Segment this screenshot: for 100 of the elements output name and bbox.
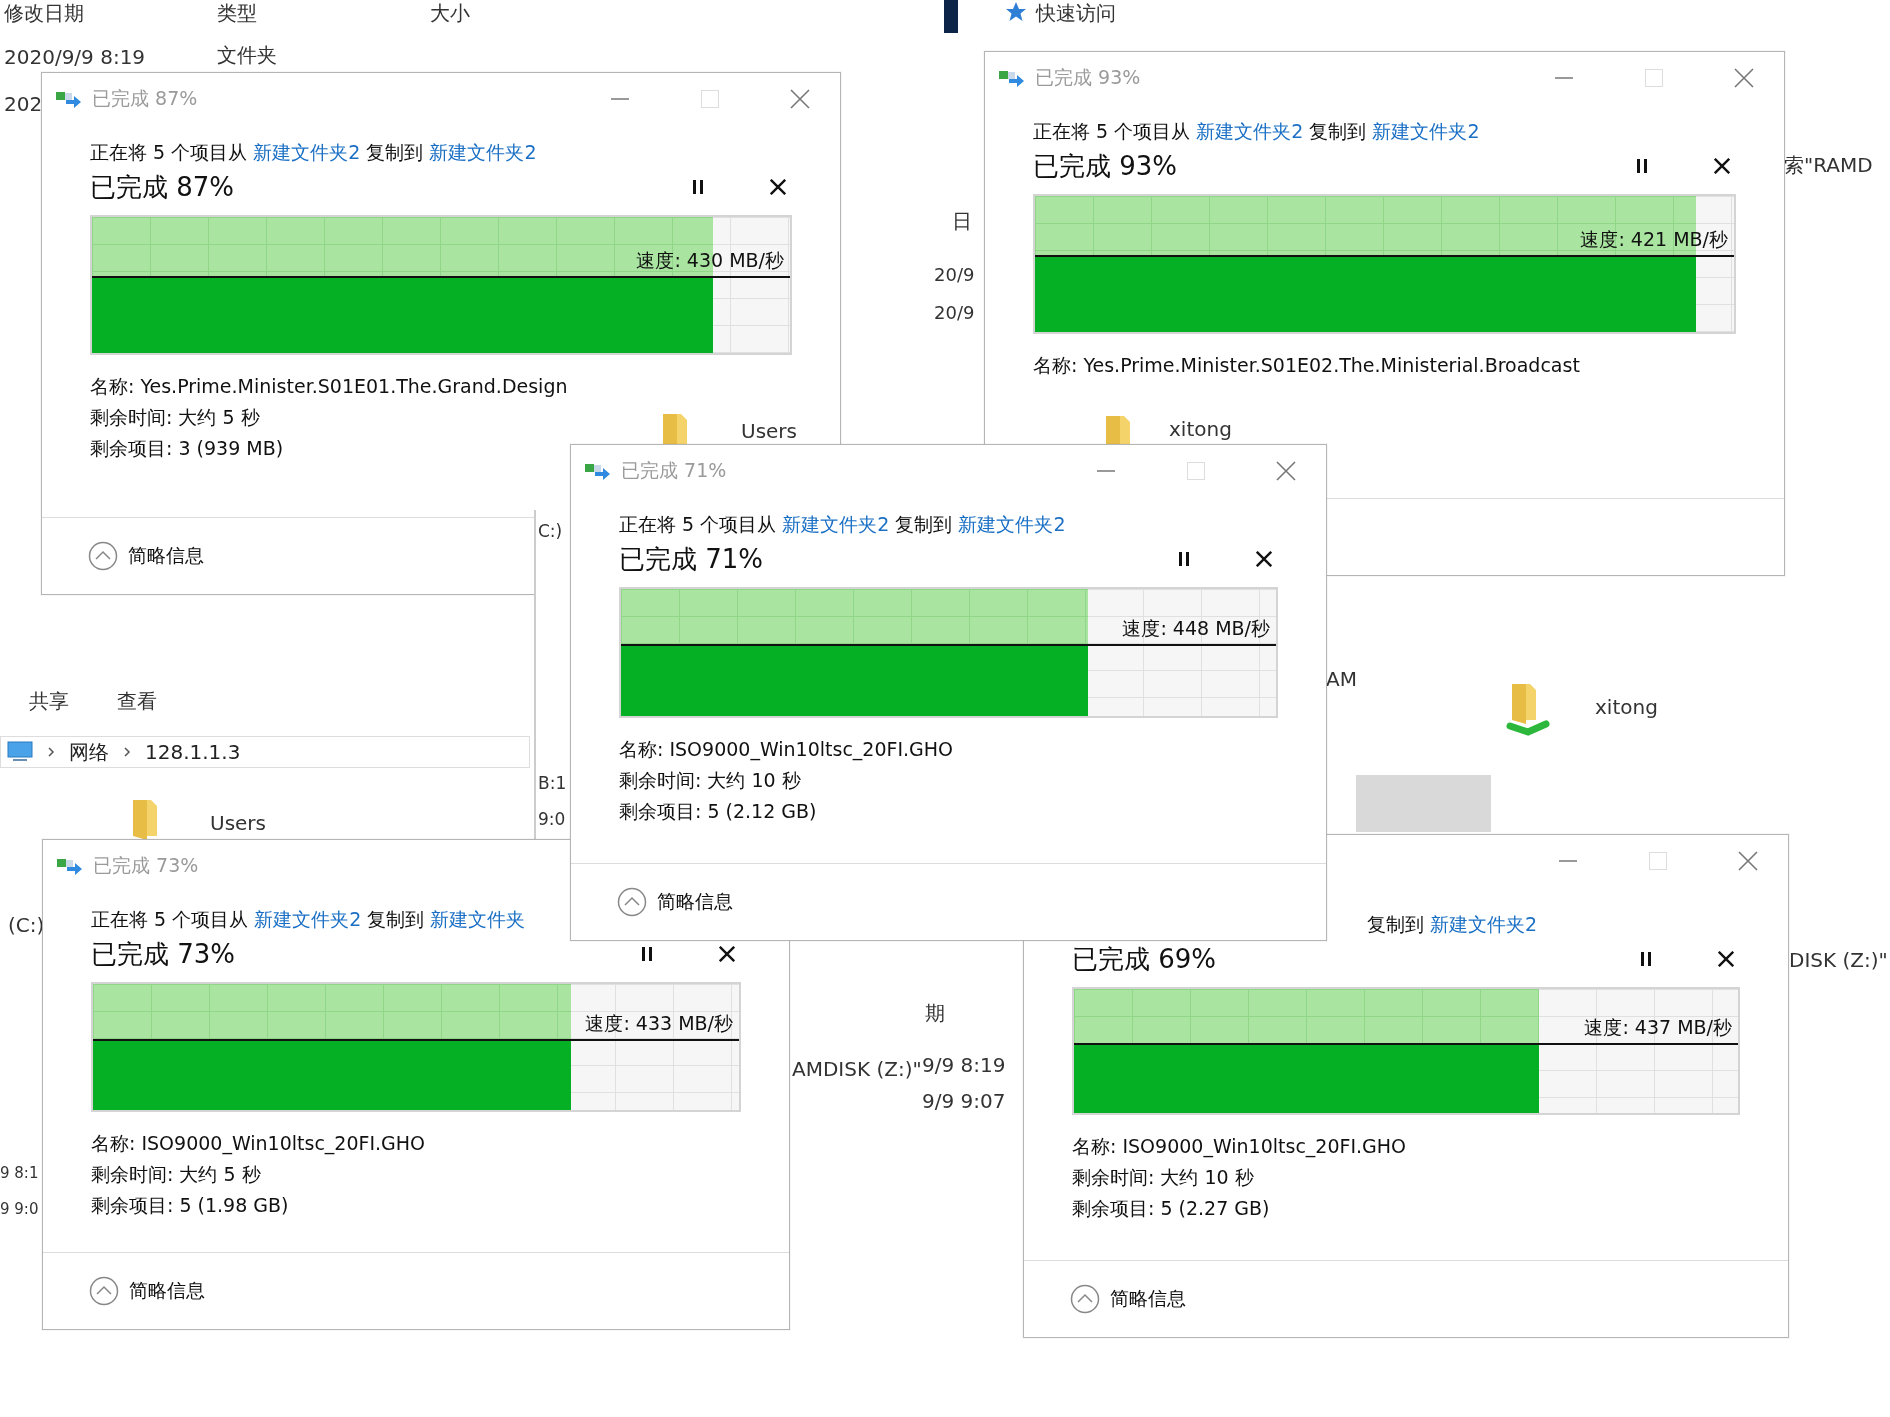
details-toggle[interactable]: 简略信息 [88,541,204,571]
nav-item[interactable]: 快速访问 [1036,0,1116,26]
chevron-up-icon [89,1276,119,1306]
explorer-text: 期 [925,1000,945,1026]
explorer-text: 修改日期 [4,0,84,26]
progress-heading: 已完成 73% [91,937,236,971]
detail-line: 剩余项目: 5 (2.27 GB) [1072,1196,1270,1221]
details-toggle[interactable]: 简略信息 [89,1276,205,1306]
explorer-text: AMDISK (Z:)" [792,1056,922,1082]
detail-line: 剩余项目: 5 (2.12 GB) [619,799,817,824]
detail-line: 名称: ISO9000_Win10ltsc_20FI.GHO [619,737,954,763]
chevron-right-icon [123,746,131,758]
explorer-text: B:1 [538,772,567,795]
progress-heading: 已完成 87% [90,170,235,204]
details-toggle[interactable]: 简略信息 [617,887,733,917]
detail-line: 剩余项目: 3 (939 MB) [90,436,284,461]
pause-icon [1178,552,1190,566]
explorer-text: 2020/9/9 8:19 [4,44,146,70]
explorer-text: 9 8:1 [0,1163,39,1184]
explorer-text: AM [1326,666,1357,692]
minimize-icon [1555,77,1573,79]
chevron-up-icon [88,541,118,571]
folder-name[interactable]: xitong [1595,694,1658,720]
pause-icon [1640,952,1652,966]
progress-heading: 已完成 69% [1072,942,1217,976]
explorer-text: 类型 [217,0,257,26]
maximize-icon [701,90,719,108]
ribbon-tab[interactable]: 查看 [117,688,157,714]
pause-icon [692,180,704,194]
maximize-icon [1645,69,1663,87]
explorer-text: (C:) [8,912,45,938]
close-icon [1734,68,1754,88]
folder-name[interactable]: Users [210,810,266,836]
explorer-text: 9 9:0 [0,1199,39,1220]
chevron-up-icon [1070,1284,1100,1314]
speed-label: 速度: 430 MB/秒 [636,248,784,274]
maximize-icon [1649,852,1667,870]
close-icon [790,89,810,109]
detail-line: 剩余时间: 大约 10 秒 [1072,1165,1254,1190]
minimize-icon [611,98,629,100]
copy-icon [585,461,611,481]
explorer-text: 索"RAMD [1784,152,1873,178]
close-icon [719,946,735,962]
speed-label: 速度: 437 MB/秒 [1584,1014,1732,1040]
computer-icon [7,741,33,763]
chevron-right-icon [47,746,55,758]
progress-heading: 已完成 71% [619,542,764,576]
pause-icon [641,947,653,961]
folder-name[interactable]: Users [741,418,797,444]
explorer-text: 日 [952,208,972,234]
explorer-text: DISK (Z:)" [1789,947,1888,973]
breadcrumb-item[interactable]: 网络 [69,738,109,766]
copy-description: 复制到 新建文件夹2 [1366,912,1538,937]
explorer-text: 202 [4,91,43,117]
explorer-text: 大小 [430,0,470,26]
breadcrumb-item[interactable]: 128.1.1.3 [145,740,241,764]
address-bar[interactable]: 网络 128.1.1.3 [0,736,530,768]
close-icon [1714,158,1730,174]
folder-name[interactable]: xitong [1169,416,1232,442]
detail-line: 剩余项目: 5 (1.98 GB) [91,1193,289,1218]
copy-icon [999,68,1025,88]
copy-description: 正在将 5 个项目从 新建文件夹2 复制到 新建文件夹2 [619,512,1066,537]
copy-description: 正在将 5 个项目从 新建文件夹2 复制到 新建文件夹 [91,907,526,932]
window-title: 已完成 71% [621,458,727,483]
copy-icon [57,856,83,876]
detail-line: 名称: ISO9000_Win10ltsc_20FI.GHO [1072,1134,1407,1160]
explorer-text: 20/9 [934,263,975,287]
pause-icon [1636,159,1648,173]
speed-label: 速度: 433 MB/秒 [585,1010,733,1036]
detail-line: 名称: Yes.Prime.Minister.S01E02.The.Ministerial.Broadcast [1033,353,1580,378]
speed-label: 速度: 421 MB/秒 [1580,227,1728,253]
window-title: 已完成 93% [1035,65,1141,90]
minimize-icon [1559,860,1577,862]
detail-line: 名称: Yes.Prime.Minister.S01E01.The.Grand.Design [90,374,568,399]
explorer-text: 9/9 9:07 [922,1088,1006,1114]
explorer-text: 9:0 [538,808,566,831]
detail-line: 名称: ISO9000_Win10ltsc_20FI.GHO [91,1131,426,1157]
explorer-text: 9/9 8:19 [922,1052,1006,1078]
progress-heading: 已完成 93% [1033,149,1178,183]
copy-description: 正在将 5 个项目从 新建文件夹2 复制到 新建文件夹2 [1033,119,1480,144]
chevron-up-icon [617,887,647,917]
maximize-icon [1187,462,1205,480]
minimize-icon [1097,470,1115,472]
close-icon [770,179,786,195]
close-icon [1738,851,1758,871]
detail-line: 剩余时间: 大约 5 秒 [91,1162,261,1187]
close-icon [1256,551,1272,567]
detail-line: 剩余时间: 大约 10 秒 [619,768,801,793]
copy-icon [56,89,82,109]
copy-description: 正在将 5 个项目从 新建文件夹2 复制到 新建文件夹2 [90,140,537,165]
explorer-text: C:) [538,520,563,543]
details-toggle[interactable]: 简略信息 [1070,1284,1186,1314]
window-title: 已完成 87% [92,86,198,111]
speed-label: 速度: 448 MB/秒 [1122,616,1270,642]
explorer-text: 20/9 [934,301,975,325]
explorer-text: 文件夹 [217,42,277,68]
detail-line: 剩余时间: 大约 5 秒 [90,405,260,430]
close-icon [1276,461,1296,481]
close-icon [1718,951,1734,967]
ribbon-tab[interactable]: 共享 [29,688,69,714]
